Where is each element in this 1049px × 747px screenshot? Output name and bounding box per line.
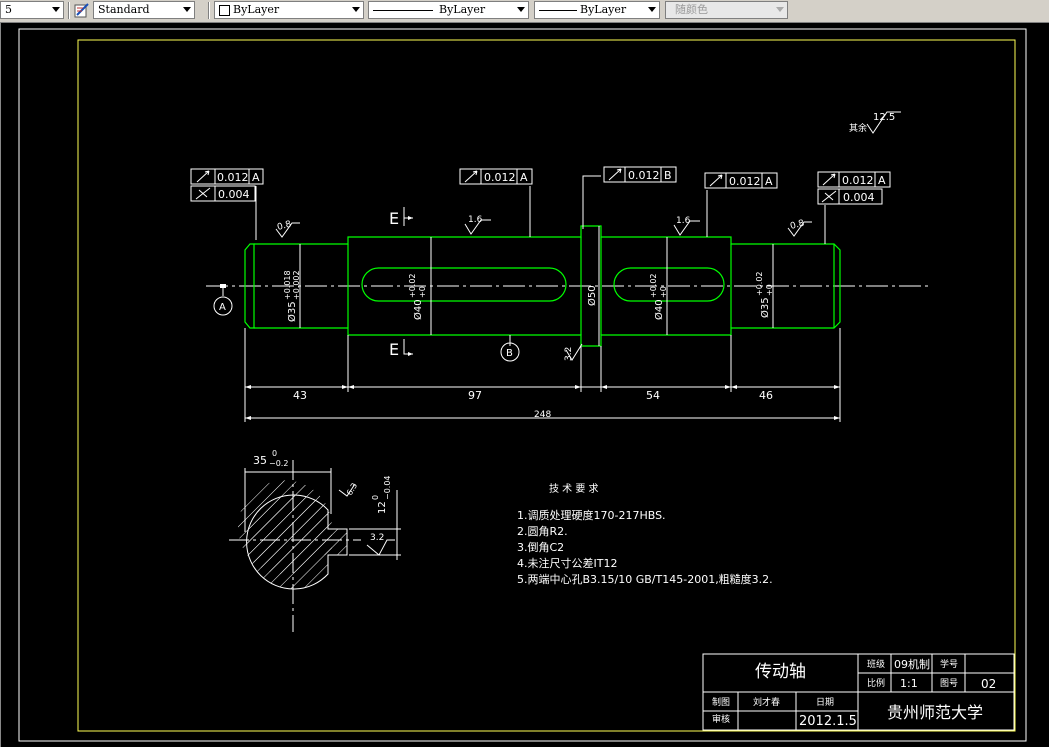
- tech-item-2: 2.圆角R2.: [517, 525, 568, 538]
- svg-text:Ø50: Ø50: [586, 285, 598, 306]
- diameter-d5: Ø35 +0.02 +0: [755, 271, 774, 318]
- svg-text:Ø40: Ø40: [653, 299, 665, 320]
- tech-requirements-title: 技 术 要 求: [549, 482, 599, 495]
- first-dropdown[interactable]: 5: [0, 1, 64, 19]
- tech-item-5: 5.两端中心孔B3.15/10 GB/T145-2001,粗糙度3.2.: [517, 572, 773, 586]
- drawing-no-label: 图号: [940, 678, 958, 689]
- school-name: 贵州师范大学: [887, 703, 983, 722]
- color-swatch-icon: [219, 5, 230, 16]
- length-dim-4: 46: [759, 389, 773, 402]
- tolerance-datum: B: [664, 169, 672, 182]
- length-dim-3: 54: [646, 389, 660, 402]
- svg-text:−0.04: −0.04: [383, 475, 392, 500]
- diameter-d3: Ø50: [586, 285, 598, 306]
- svg-text:+0.02: +0.02: [755, 271, 764, 296]
- svg-text:+0.018: +0.018: [283, 270, 292, 300]
- svg-text:−0.2: −0.2: [269, 459, 288, 468]
- tolerance-value: 0.004: [843, 191, 875, 204]
- svg-text:+0: +0: [418, 286, 427, 298]
- section-view: 35 0 −0.2 12 0 −0.04 6.3 3.2: [229, 449, 401, 632]
- scale-value: 1:1: [900, 677, 918, 690]
- svg-text:B: B: [506, 348, 513, 359]
- diameter-d2: Ø40 +0.02 +0: [408, 273, 427, 320]
- svg-text:Ø40: Ø40: [412, 299, 424, 320]
- drawn-by: 刘才春: [753, 696, 780, 708]
- tolerance-value: 0.012: [729, 175, 761, 188]
- roughness-other-label: 其余: [849, 122, 867, 134]
- svg-text:+0: +0: [765, 284, 774, 296]
- diameter-d1: Ø35 +0.018 +0.002: [283, 270, 301, 322]
- section-mark-top: E: [389, 209, 399, 228]
- class-label: 班级: [867, 658, 885, 670]
- drawing-frame: [77, 39, 1016, 732]
- drawing-no-value: 02: [981, 677, 996, 691]
- roughness-value: 3.2: [564, 347, 574, 361]
- tech-item-4: 4.未注尺寸公差IT12: [517, 556, 617, 570]
- class-value: 09机制: [894, 657, 930, 671]
- chevron-down-icon: [648, 7, 656, 12]
- svg-text:Ø35: Ø35: [286, 301, 298, 322]
- outer-border: [18, 28, 1027, 742]
- layer-color-dropdown[interactable]: ByLayer: [214, 1, 364, 19]
- svg-text:3.2: 3.2: [370, 533, 384, 543]
- chevron-down-icon: [52, 7, 60, 12]
- part-name: 传动轴: [755, 662, 806, 682]
- text-style-icon[interactable]: [74, 2, 91, 18]
- tolerance-value: 0.012: [842, 174, 874, 187]
- roughness-value: 0.8: [789, 218, 806, 231]
- svg-text:+0.002: +0.002: [292, 270, 301, 300]
- tech-item-3: 3.倒角C2: [517, 541, 564, 554]
- roughness-value: 1.6: [468, 215, 483, 225]
- chevron-down-icon: [776, 7, 784, 12]
- tolerance-datum: A: [765, 175, 773, 188]
- tolerance-datum: A: [878, 174, 886, 187]
- text-style-dropdown[interactable]: Standard: [93, 1, 195, 19]
- properties-toolbar: 5 Standard ByLayer ByLayer ByLayer 随颜色: [0, 0, 1049, 23]
- length-dim-2: 97: [468, 389, 482, 402]
- svg-text:12: 12: [377, 501, 388, 514]
- roughness-value: 1.6: [676, 216, 691, 226]
- length-dim-1: 43: [293, 389, 307, 402]
- drawing-canvas[interactable]: 其余 12.5 A B E E 0.012 A 0.004 0.012 A 0.…: [0, 23, 1049, 747]
- tolerance-datum: A: [252, 171, 260, 184]
- svg-text:6.3: 6.3: [345, 481, 359, 497]
- checked-label: 审核: [712, 713, 730, 725]
- svg-text:+0.02: +0.02: [408, 273, 417, 298]
- linetype-dropdown[interactable]: ByLayer: [368, 1, 529, 19]
- chevron-down-icon: [517, 7, 525, 12]
- tolerance-datum: A: [520, 171, 528, 184]
- tolerance-value: 0.012: [484, 171, 516, 184]
- section-mark-bottom: E: [389, 340, 399, 359]
- svg-text:+0.02: +0.02: [649, 273, 658, 298]
- tolerance-value: 0.012: [217, 171, 249, 184]
- lineweight-dropdown[interactable]: ByLayer: [534, 1, 660, 19]
- svg-text:Ø35: Ø35: [759, 297, 771, 318]
- date-value: 2012.1.5: [799, 714, 857, 729]
- student-no-label: 学号: [940, 658, 958, 670]
- roughness-value: 0.8: [276, 219, 293, 232]
- drawn-label: 制图: [712, 696, 730, 708]
- plot-style-dropdown[interactable]: 随颜色: [665, 1, 788, 19]
- chevron-down-icon: [352, 7, 360, 12]
- line-sample-icon: [373, 10, 433, 11]
- svg-text:A: A: [219, 302, 226, 313]
- tech-item-1: 1.调质处理硬度170-217HBS.: [517, 508, 666, 522]
- svg-text:0: 0: [371, 495, 380, 500]
- tolerance-value: 0.004: [218, 188, 250, 201]
- chevron-down-icon: [183, 7, 191, 12]
- toolbar-separator: [208, 2, 210, 19]
- svg-text:0: 0: [272, 449, 277, 458]
- toolbar-separator: [68, 2, 70, 19]
- svg-text:+0: +0: [659, 286, 668, 298]
- scale-label: 比例: [867, 677, 885, 689]
- date-label: 日期: [816, 697, 834, 708]
- line-sample-icon: [539, 10, 577, 11]
- dimension-arrows: [245, 216, 840, 420]
- tolerance-value: 0.012: [628, 169, 660, 182]
- svg-text:35: 35: [253, 454, 267, 467]
- dimension-lines: [222, 175, 841, 422]
- length-dim-total: 248: [534, 410, 551, 420]
- roughness-other-value: 12.5: [873, 112, 895, 123]
- diameter-d4: Ø40 +0.02 +0: [649, 273, 668, 320]
